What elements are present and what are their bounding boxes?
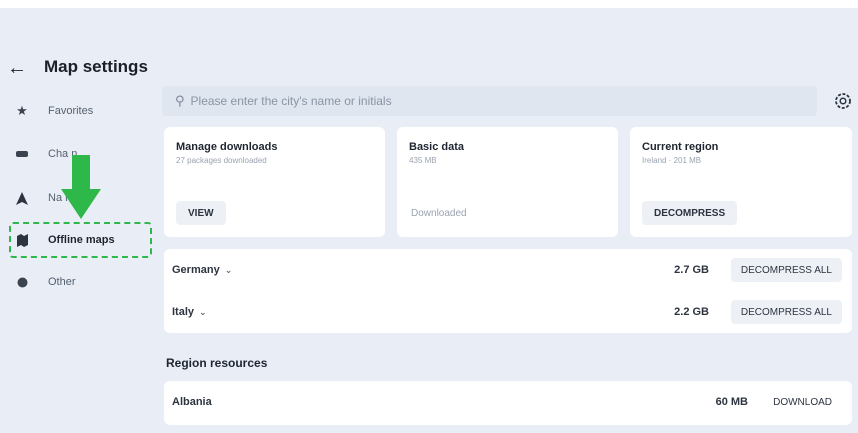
chevron-down-icon: ⌄ bbox=[199, 306, 207, 317]
view-button[interactable]: VIEW bbox=[176, 201, 226, 225]
region-name: Albania bbox=[172, 396, 212, 408]
decompress-all-button[interactable]: DECOMPRESS ALL bbox=[730, 258, 842, 282]
package-size: 2.2 GB bbox=[674, 306, 709, 318]
gear-icon[interactable] bbox=[832, 90, 854, 112]
region-resources-list: Albania 60 MB DOWNLOAD bbox=[164, 381, 852, 425]
star-icon: ★ bbox=[16, 103, 28, 118]
list-item[interactable]: Germany ⌄ 2.7 GB DECOMPRESS ALL bbox=[164, 249, 852, 291]
country-name: Italy ⌄ bbox=[172, 306, 207, 318]
current-region-card: Current region Ireland · 201 MB DECOMPRE… bbox=[630, 127, 852, 237]
list-item[interactable]: Italy ⌄ 2.2 GB DECOMPRESS ALL bbox=[164, 291, 852, 333]
search-placeholder: Please enter the city's name or initials bbox=[190, 94, 392, 108]
downloaded-status: Downloaded bbox=[411, 208, 467, 219]
sidebar-item-other[interactable]: Other bbox=[8, 264, 153, 300]
country-label: Germany bbox=[172, 264, 220, 276]
green-down-arrow-icon bbox=[61, 155, 101, 219]
highlight-box bbox=[9, 222, 152, 258]
card-title: Basic data bbox=[409, 141, 465, 153]
car-icon bbox=[14, 146, 30, 162]
sidebar-item-label: Favorites bbox=[48, 105, 94, 117]
package-size: 2.7 GB bbox=[674, 264, 709, 276]
navigation-icon bbox=[14, 190, 30, 206]
page-title: Map settings bbox=[44, 57, 148, 76]
card-subtitle: 27 packages downloaded bbox=[176, 156, 267, 165]
card-subtitle: 435 MB bbox=[409, 156, 437, 165]
country-label: Italy bbox=[172, 306, 195, 318]
sidebar-item-favorites[interactable]: ★ Favorites bbox=[8, 93, 153, 129]
list-item[interactable]: Albania 60 MB DOWNLOAD bbox=[164, 381, 852, 423]
back-arrow-icon[interactable]: ← bbox=[5, 56, 29, 80]
dot-icon bbox=[14, 274, 30, 290]
downloaded-list: Germany ⌄ 2.7 GB DECOMPRESS ALL Italy ⌄ … bbox=[164, 249, 852, 333]
sidebar-item-label: Other bbox=[48, 276, 76, 288]
card-subtitle: Ireland · 201 MB bbox=[642, 156, 702, 165]
decompress-all-button[interactable]: DECOMPRESS ALL bbox=[730, 300, 842, 324]
section-title: Region resources bbox=[166, 356, 268, 370]
top-strip bbox=[0, 0, 858, 8]
decompress-button[interactable]: DECOMPRESS bbox=[642, 201, 738, 225]
download-button[interactable]: DOWNLOAD bbox=[763, 390, 842, 414]
package-size: 60 MB bbox=[715, 396, 748, 408]
search-input[interactable]: ⚲ Please enter the city's name or initia… bbox=[162, 86, 817, 116]
card-title: Current region bbox=[642, 141, 719, 153]
search-icon: ⚲ bbox=[175, 93, 185, 108]
country-name: Germany ⌄ bbox=[172, 264, 232, 276]
basic-data-card: Basic data 435 MB Downloaded bbox=[397, 127, 618, 237]
chevron-down-icon: ⌄ bbox=[224, 264, 233, 275]
manage-downloads-card: Manage downloads 27 packages downloaded … bbox=[164, 127, 385, 237]
card-title: Manage downloads bbox=[176, 141, 278, 153]
